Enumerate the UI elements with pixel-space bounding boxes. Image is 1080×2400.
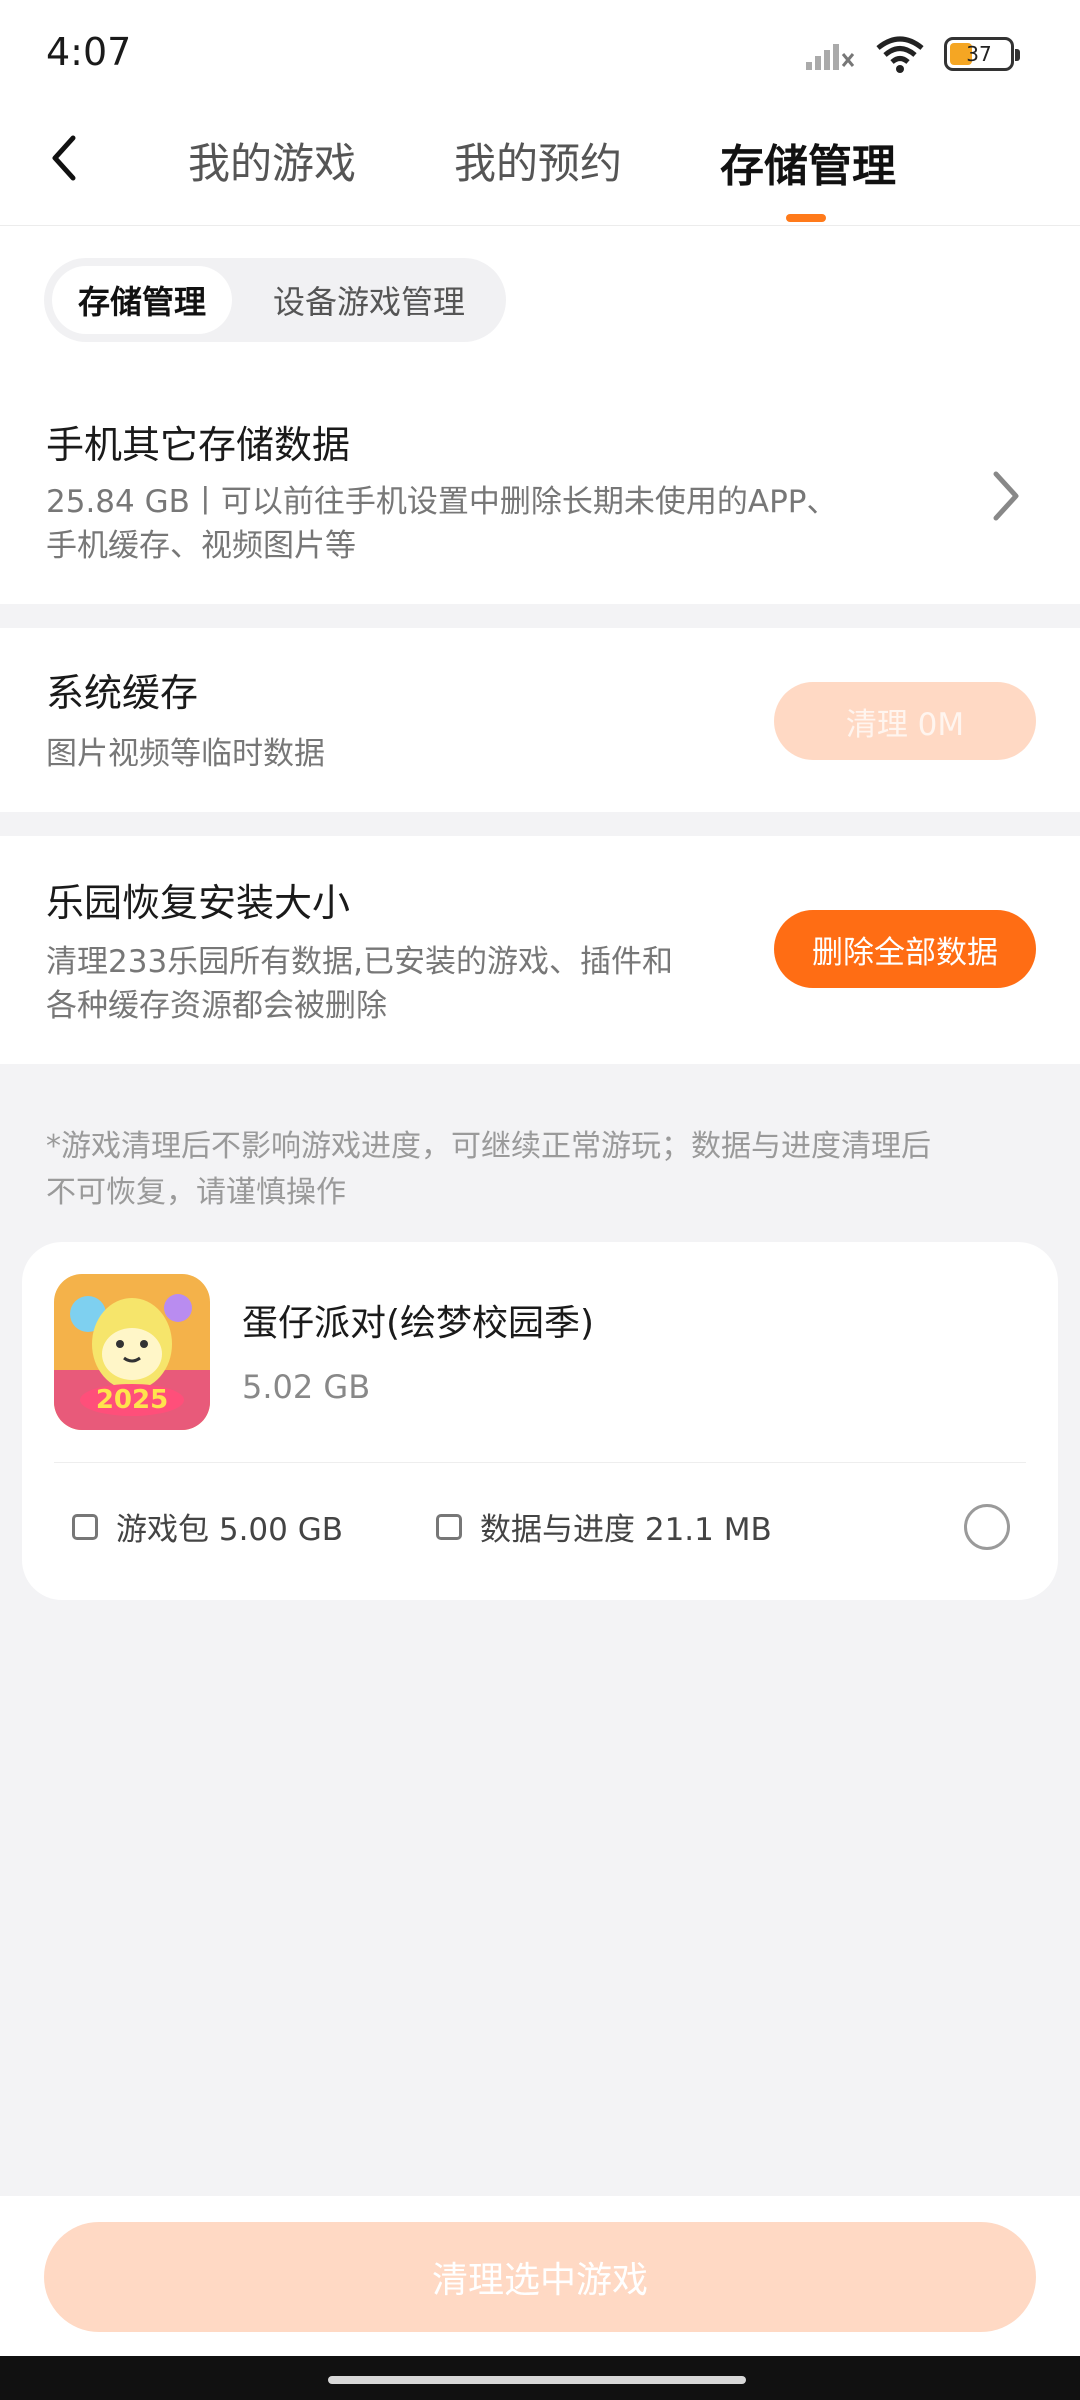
- restore-size-desc-line2: 各种缓存资源都会被删除: [46, 988, 387, 1024]
- tab-my-reservations[interactable]: 我的预约: [454, 130, 622, 191]
- phone-storage-row[interactable]: 手机其它存储数据 25.84 GB丨可以前往手机设置中删除长期未使用的APP、 …: [0, 376, 1080, 604]
- chevron-right-icon: [993, 471, 1019, 521]
- cleanup-notice: *游戏清理后不影响游戏进度，可继续正常游玩；数据与进度清理后 不可恢复，请谨慎操…: [46, 1124, 1036, 1216]
- bottom-action-area: 清理选中游戏: [0, 2196, 1080, 2356]
- clear-cache-button[interactable]: 清理 0M: [774, 682, 1036, 760]
- back-button[interactable]: [34, 128, 94, 188]
- status-icons: 37: [804, 34, 1020, 74]
- game-card: 2025 蛋仔派对(绘梦校园季) 5.02 GB 游戏包 5.00 GB 数据与…: [22, 1242, 1058, 1600]
- restore-size-title: 乐园恢复安装大小: [46, 881, 351, 925]
- segmented-control: 存储管理 设备游戏管理: [44, 258, 506, 342]
- active-tab-indicator: [786, 214, 826, 222]
- status-bar: 4:07 37: [0, 0, 1080, 110]
- system-cache-desc: 图片视频等临时数据: [46, 736, 325, 772]
- clean-selected-games-button[interactable]: 清理选中游戏: [44, 2222, 1036, 2332]
- game-name: 蛋仔派对(绘梦校园季): [242, 1303, 595, 1344]
- option-game-package[interactable]: 游戏包 5.00 GB: [72, 1504, 343, 1549]
- status-time: 4:07: [46, 30, 132, 74]
- home-indicator[interactable]: [328, 2376, 746, 2384]
- checkbox-icon[interactable]: [436, 1513, 462, 1540]
- notice-line2: 不可恢复，请谨慎操作: [46, 1175, 346, 1210]
- notice-line1: *游戏清理后不影响游戏进度，可继续正常游玩；数据与进度清理后: [46, 1129, 931, 1164]
- eggy-party-icon: 2025: [54, 1274, 210, 1430]
- subtab-storage[interactable]: 存储管理: [52, 266, 232, 334]
- option-game-package-label: 游戏包 5.00 GB: [116, 1512, 344, 1548]
- select-game-radio[interactable]: [964, 1504, 1010, 1550]
- option-data-progress-label: 数据与进度 21.1 MB: [480, 1512, 772, 1548]
- system-cache-title: 系统缓存: [46, 671, 199, 715]
- tab-my-games[interactable]: 我的游戏: [188, 130, 356, 191]
- game-size: 5.02 GB: [242, 1368, 371, 1406]
- restore-size-desc-line1: 清理233乐园所有数据,已安装的游戏、插件和: [46, 944, 674, 980]
- back-arrow-icon: [52, 135, 76, 181]
- phone-storage-desc-line1: 25.84 GB丨可以前往手机设置中删除长期未使用的APP、: [46, 484, 838, 520]
- signal-icon: [806, 44, 855, 70]
- wifi-icon: [876, 36, 924, 73]
- system-cache-row: 系统缓存 图片视频等临时数据 清理 0M: [0, 628, 1080, 812]
- battery-icon: 37: [944, 37, 1020, 71]
- checkbox-icon[interactable]: [72, 1513, 98, 1540]
- subtab-device-games[interactable]: 设备游戏管理: [240, 266, 498, 334]
- game-app-icon: 2025: [54, 1274, 210, 1430]
- restore-size-row: 乐园恢复安装大小 清理233乐园所有数据,已安装的游戏、插件和 各种缓存资源都会…: [0, 836, 1080, 1064]
- battery-level: 37: [966, 42, 992, 66]
- option-data-progress[interactable]: 数据与进度 21.1 MB: [436, 1504, 772, 1549]
- svg-text:2025: 2025: [96, 1385, 168, 1415]
- sub-tabs-area: 存储管理 设备游戏管理: [0, 226, 1080, 376]
- phone-storage-desc-line2: 手机缓存、视频图片等: [46, 528, 356, 564]
- delete-all-data-button[interactable]: 删除全部数据: [774, 910, 1036, 988]
- system-navigation-bar: [0, 2356, 1080, 2400]
- tab-storage-management[interactable]: 存储管理: [720, 130, 896, 194]
- phone-storage-title: 手机其它存储数据: [46, 423, 351, 467]
- card-divider: [54, 1462, 1026, 1463]
- top-navigation: 我的游戏 我的预约 存储管理: [0, 110, 1080, 226]
